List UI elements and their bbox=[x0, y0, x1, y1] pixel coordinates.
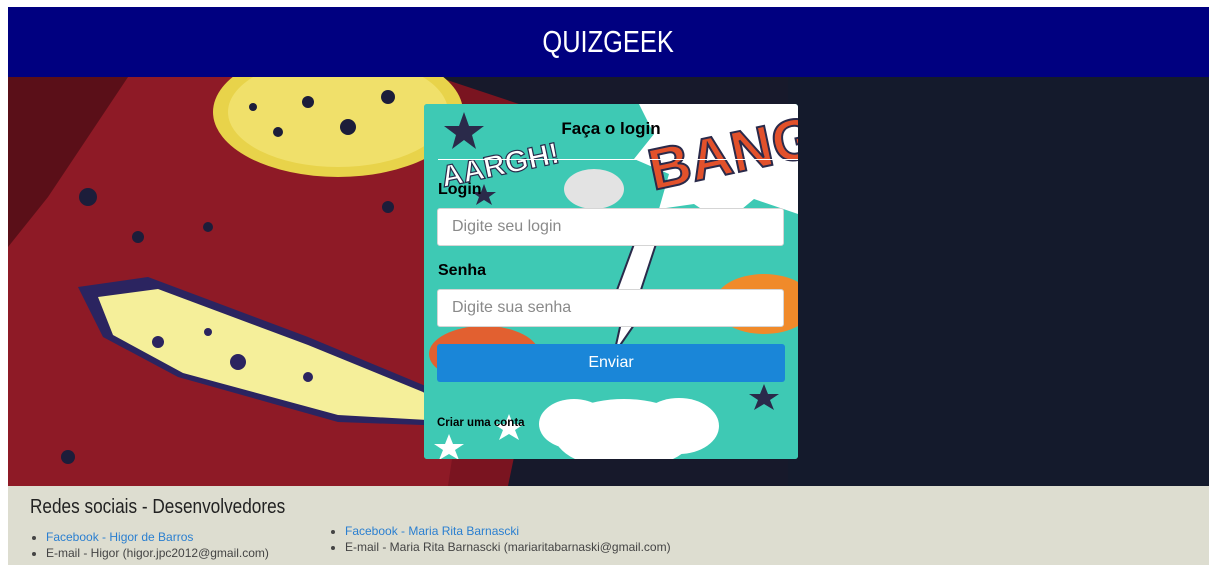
site-title: QUIZGEEK bbox=[542, 24, 675, 59]
hero-background: BANG AARGH! Faça o login Login Digite se… bbox=[8, 77, 1209, 486]
footer: Redes sociais - Desenvolvedores Facebook… bbox=[8, 486, 1209, 565]
developer-list-maria: Facebook - Maria Rita Barnascki E-mail -… bbox=[329, 523, 671, 555]
facebook-link-maria[interactable]: Facebook - Maria Rita Barnascki bbox=[345, 524, 519, 538]
password-input[interactable] bbox=[437, 289, 784, 327]
create-account-link[interactable]: Criar uma conta bbox=[437, 417, 525, 429]
footer-title: Redes sociais - Desenvolvedores bbox=[30, 496, 286, 518]
submit-button[interactable]: Enviar bbox=[437, 344, 785, 382]
email-higor: E-mail - Higor (higor.jpc2012@gmail.com) bbox=[46, 546, 269, 560]
login-title: Faça o login bbox=[561, 119, 661, 138]
password-label: Senha bbox=[438, 262, 487, 279]
site-header: QUIZGEEK bbox=[8, 7, 1209, 77]
list-item: Facebook - Maria Rita Barnascki bbox=[345, 523, 671, 539]
list-item: E-mail - Higor (higor.jpc2012@gmail.com) bbox=[46, 545, 269, 561]
comic-background-image: BANG AARGH! bbox=[424, 104, 798, 459]
facebook-link-higor[interactable]: Facebook - Higor de Barros bbox=[46, 530, 193, 544]
email-maria: E-mail - Maria Rita Barnascki (mariarita… bbox=[345, 540, 671, 554]
list-item: Facebook - Higor de Barros bbox=[46, 529, 269, 545]
developer-list-higor: Facebook - Higor de Barros E-mail - Higo… bbox=[30, 529, 269, 561]
list-item: E-mail - Maria Rita Barnascki (mariarita… bbox=[345, 539, 671, 555]
login-label: Login bbox=[438, 181, 482, 198]
page: QUIZGEEK BANG AARGH! Faça o login Login … bbox=[8, 7, 1209, 565]
login-title-divider bbox=[438, 159, 798, 160]
login-card: BANG AARGH! Faça o login Login Digite se… bbox=[424, 104, 798, 459]
login-input[interactable] bbox=[437, 208, 784, 246]
